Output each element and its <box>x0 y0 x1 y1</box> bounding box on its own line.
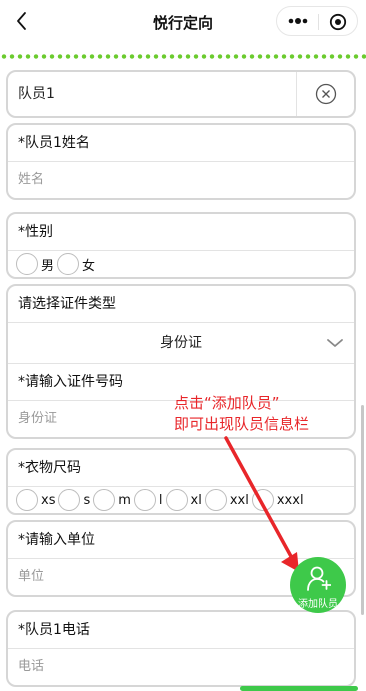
bottom-progress-bar <box>240 686 358 691</box>
add-user-icon <box>307 566 331 591</box>
add-member-button[interactable]: 添加队员 <box>290 557 346 613</box>
scrollbar[interactable] <box>361 405 364 615</box>
add-member-label: 添加队员 <box>298 599 338 610</box>
